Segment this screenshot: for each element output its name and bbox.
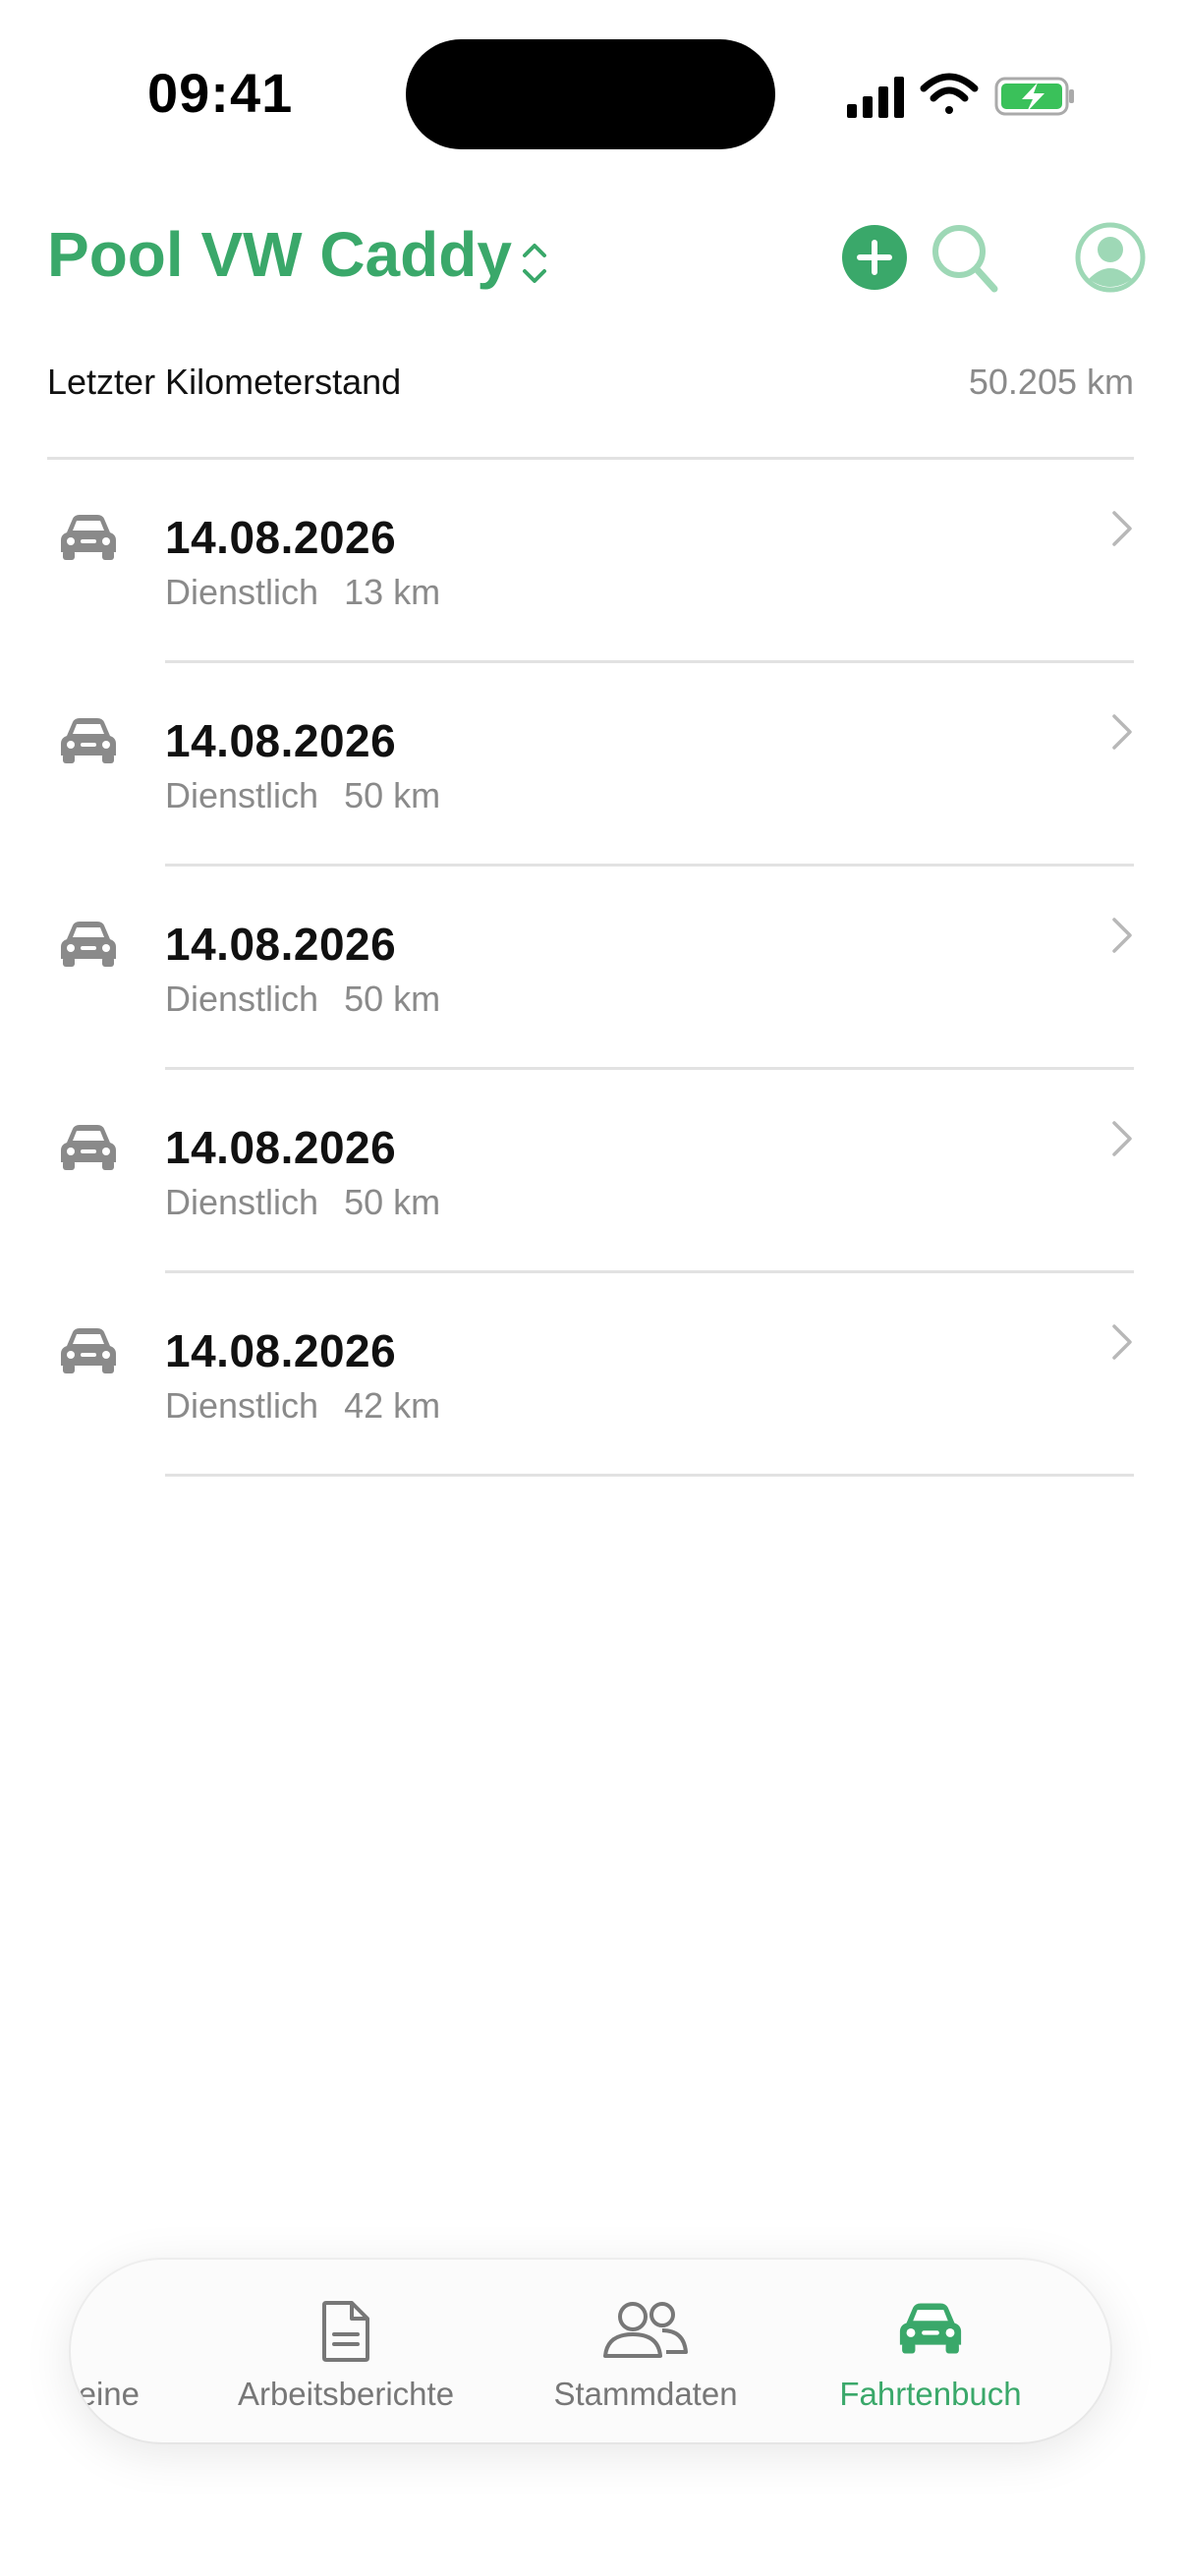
trip-date: 14.08.2026: [165, 919, 397, 970]
trip-details: Dienstlich 50 km: [165, 775, 440, 816]
car-icon: [61, 922, 116, 967]
trip-distance: 13 km: [344, 572, 441, 612]
trip-details: Dienstlich 50 km: [165, 979, 440, 1020]
tab-label: Fahrtenbuch: [839, 2376, 1022, 2412]
tab-stammdaten[interactable]: Stammdaten: [523, 2260, 768, 2442]
people-icon: [603, 2302, 688, 2358]
chevron-right-icon: [1112, 918, 1132, 953]
trip-distance: 50 km: [344, 775, 441, 815]
add-trip-button[interactable]: [841, 224, 908, 291]
cellular-signal-icon: [847, 77, 904, 118]
row-separator: [165, 1474, 1134, 1477]
trip-row[interactable]: 14.08.2026 Dienstlich 50 km: [0, 1070, 1185, 1273]
tab-fahrtenbuch[interactable]: Fahrtenbuch: [808, 2260, 1053, 2442]
trip-distance: 50 km: [344, 1182, 441, 1222]
car-icon: [61, 1125, 116, 1170]
trip-type: Dienstlich: [165, 572, 319, 612]
odometer-value: 50.205 km: [968, 362, 1134, 402]
trip-row[interactable]: 14.08.2026 Dienstlich 50 km: [0, 663, 1185, 867]
trip-type: Dienstlich: [165, 1385, 319, 1426]
trip-row[interactable]: 14.08.2026 Dienstlich 13 km: [0, 460, 1185, 663]
trip-type: Dienstlich: [165, 979, 319, 1019]
search-button[interactable]: [930, 220, 998, 295]
chevron-right-icon: [1112, 1324, 1132, 1360]
chevron-right-icon: [1112, 714, 1132, 750]
trip-row[interactable]: 14.08.2026 Dienstlich 50 km: [0, 867, 1185, 1070]
wifi-icon: [920, 73, 979, 114]
header: Pool VW Caddy: [0, 206, 1185, 314]
tab-arbeitsberichte[interactable]: Arbeitsberichte: [208, 2260, 483, 2442]
trip-date: 14.08.2026: [165, 1325, 397, 1376]
trip-date: 14.08.2026: [165, 512, 397, 563]
car-icon: [61, 718, 116, 763]
document-icon: [322, 2301, 369, 2362]
chevron-right-icon: [1112, 1121, 1132, 1156]
car-icon: [899, 2303, 962, 2354]
car-icon: [61, 515, 116, 560]
trip-date: 14.08.2026: [165, 1122, 397, 1173]
screen: 09:41 Pool VW Caddy Letzter Kilometersta…: [0, 0, 1185, 2576]
trip-details: Dienstlich 13 km: [165, 572, 440, 613]
odometer-row: Letzter Kilometerstand 50.205 km: [47, 362, 1134, 460]
dynamic-island: [406, 39, 775, 149]
trip-list: 14.08.2026 Dienstlich 13 km 14.08.2026 Di…: [0, 460, 1185, 1477]
person-circle-icon: [1075, 222, 1146, 293]
trip-details: Dienstlich 50 km: [165, 1182, 440, 1223]
chevron-up-down-icon[interactable]: [515, 236, 554, 291]
trip-row[interactable]: 14.08.2026 Dienstlich 42 km: [0, 1273, 1185, 1477]
trip-date: 14.08.2026: [165, 715, 397, 766]
profile-button[interactable]: [1075, 222, 1146, 293]
trip-distance: 42 km: [344, 1385, 441, 1426]
trip-type: Dienstlich: [165, 1182, 319, 1222]
search-icon: [932, 225, 998, 293]
tab-partial[interactable]: eine: [71, 2260, 140, 2442]
tab-bar: eine Arbeitsberichte Stammdaten Fahrtenb…: [71, 2260, 1110, 2442]
status-icons: [847, 73, 1074, 118]
tab-label: Stammdaten: [553, 2376, 738, 2412]
battery-charging-icon: [994, 77, 1074, 116]
trip-type: Dienstlich: [165, 775, 319, 815]
car-icon: [61, 1328, 116, 1373]
tab-label: Arbeitsberichte: [237, 2376, 455, 2412]
status-time: 09:41: [147, 62, 294, 124]
chevron-right-icon: [1112, 511, 1132, 546]
trip-distance: 50 km: [344, 979, 441, 1019]
tab-label: eine: [78, 2376, 140, 2412]
odometer-label: Letzter Kilometerstand: [47, 362, 402, 402]
trip-details: Dienstlich 42 km: [165, 1385, 440, 1427]
vehicle-title[interactable]: Pool VW Caddy: [47, 218, 512, 291]
